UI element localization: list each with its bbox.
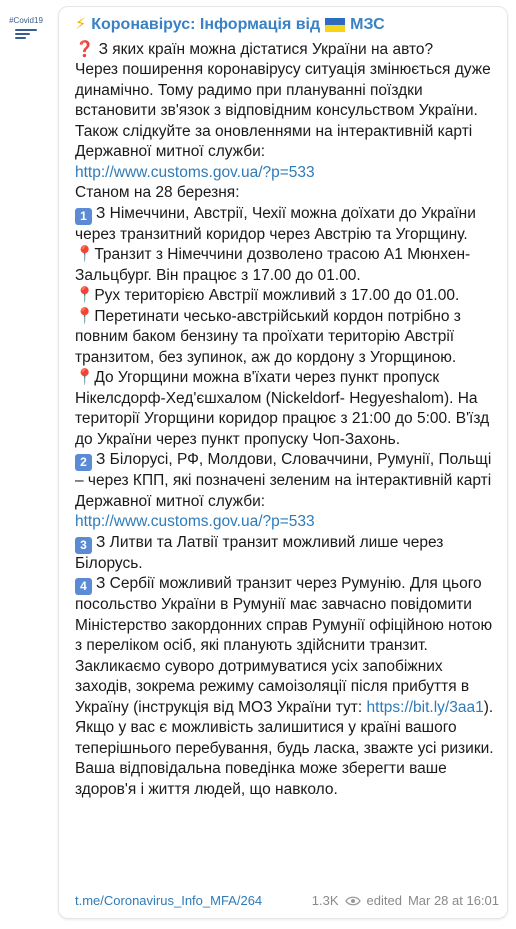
- customs-link-2[interactable]: http://www.customs.gov.ua/?p=533: [75, 513, 315, 530]
- message-bubble: ⚡ Коронавірус: Інформація від МЗС ❓ З як…: [58, 6, 508, 919]
- pin-item-4: 📍До Угорщини можна в'їхати через пункт п…: [75, 368, 499, 450]
- item-4-text: З Сербії можливий транзит через Румунію.…: [75, 575, 493, 654]
- eye-icon: [344, 896, 361, 905]
- appeal-end: ).: [483, 698, 494, 716]
- keycap-3-icon: 3: [75, 536, 92, 554]
- item-1-text: З Німеччини, Австрії, Чехії можна доїхат…: [75, 204, 476, 243]
- pin-icon: 📍: [75, 307, 95, 325]
- keycap-4-icon: 4: [75, 578, 92, 595]
- post-permalink[interactable]: t.me/Coronavirus_Info_MFA/264: [75, 893, 262, 908]
- avatar-lines-icon: [15, 27, 37, 41]
- pin-item-1: 📍Транзит з Німеччини дозволено трасою А1…: [75, 245, 499, 286]
- pin-icon: 📍: [75, 246, 95, 263]
- message-meta: 1.3K edited Mar 28 at 16:01: [312, 893, 499, 908]
- pin-item-2: 📍Рух територією Австрії можливий з 17.00…: [75, 286, 499, 307]
- channel-title[interactable]: ⚡ Коронавірус: Інформація від МЗС: [75, 15, 499, 36]
- avatar-tag: #Covid19: [9, 15, 43, 25]
- intro-text: Через поширення коронавірусу ситуація зм…: [75, 61, 491, 160]
- question-text: З яких країн можна дістатися України на …: [98, 40, 434, 58]
- appeal-paragraph: Закликаємо суворо дотримуватися усіх зап…: [75, 657, 499, 719]
- item-2-text: З Білорусі, РФ, Молдови, Словаччини, Рум…: [75, 451, 492, 510]
- pin-4-text: До Угорщини можна в'їхати через пункт пр…: [75, 369, 490, 448]
- lightning-icon: ⚡: [75, 16, 87, 33]
- closing-text: Якщо у вас є можливість залишитися у кра…: [75, 719, 494, 798]
- list-item-4: 4З Сербії можливий транзит через Румунію…: [75, 574, 499, 657]
- channel-title-text: Коронавірус: Інформація від: [91, 16, 321, 33]
- question-mark-icon: ❓: [75, 40, 95, 58]
- edited-label: edited: [366, 893, 402, 908]
- message-time: Mar 28 at 16:01: [407, 893, 499, 908]
- ukraine-flag-icon: [325, 18, 346, 33]
- pin-item-3: 📍Перетинати чесько-австрійський кордон п…: [75, 307, 499, 369]
- pin-icon: 📍: [75, 287, 95, 304]
- pin-icon: 📍: [75, 369, 95, 386]
- channel-avatar[interactable]: #Covid19: [4, 6, 48, 50]
- question-line: ❓ З яких країн можна дістатися України н…: [75, 40, 499, 61]
- pin-1-text: Транзит з Німеччини дозволено трасою А1 …: [75, 246, 471, 284]
- channel-title-suffix: МЗС: [350, 16, 385, 33]
- pin-2-text: Рух територією Австрії можливий з 17.00 …: [94, 287, 460, 304]
- keycap-1-icon: 1: [75, 207, 92, 225]
- list-item-1: 1З Німеччини, Австрії, Чехії можна доїха…: [75, 204, 499, 246]
- pin-3-text: Перетинати чесько-австрійський кордон по…: [75, 307, 461, 366]
- message-content: ⚡ Коронавірус: Інформація від МЗС ❓ З як…: [75, 15, 499, 800]
- list-item-2: 2З Білорусі, РФ, Молдови, Словаччини, Ру…: [75, 450, 499, 512]
- list-item-3: 3З Литви та Латвії транзит можливий лише…: [75, 533, 499, 575]
- moz-instruction-link[interactable]: https://bit.ly/3aa1: [367, 699, 484, 716]
- as-of-text: Станом на 28 березня:: [75, 184, 240, 201]
- views-count: 1.3K: [311, 893, 339, 908]
- message-footer: t.me/Coronavirus_Info_MFA/264 1.3K edite…: [75, 893, 499, 908]
- item-3-text: З Литви та Латвії транзит можливий лише …: [75, 533, 444, 572]
- customs-link-1[interactable]: http://www.customs.gov.ua/?p=533: [75, 164, 315, 181]
- keycap-2-icon: 2: [75, 454, 92, 471]
